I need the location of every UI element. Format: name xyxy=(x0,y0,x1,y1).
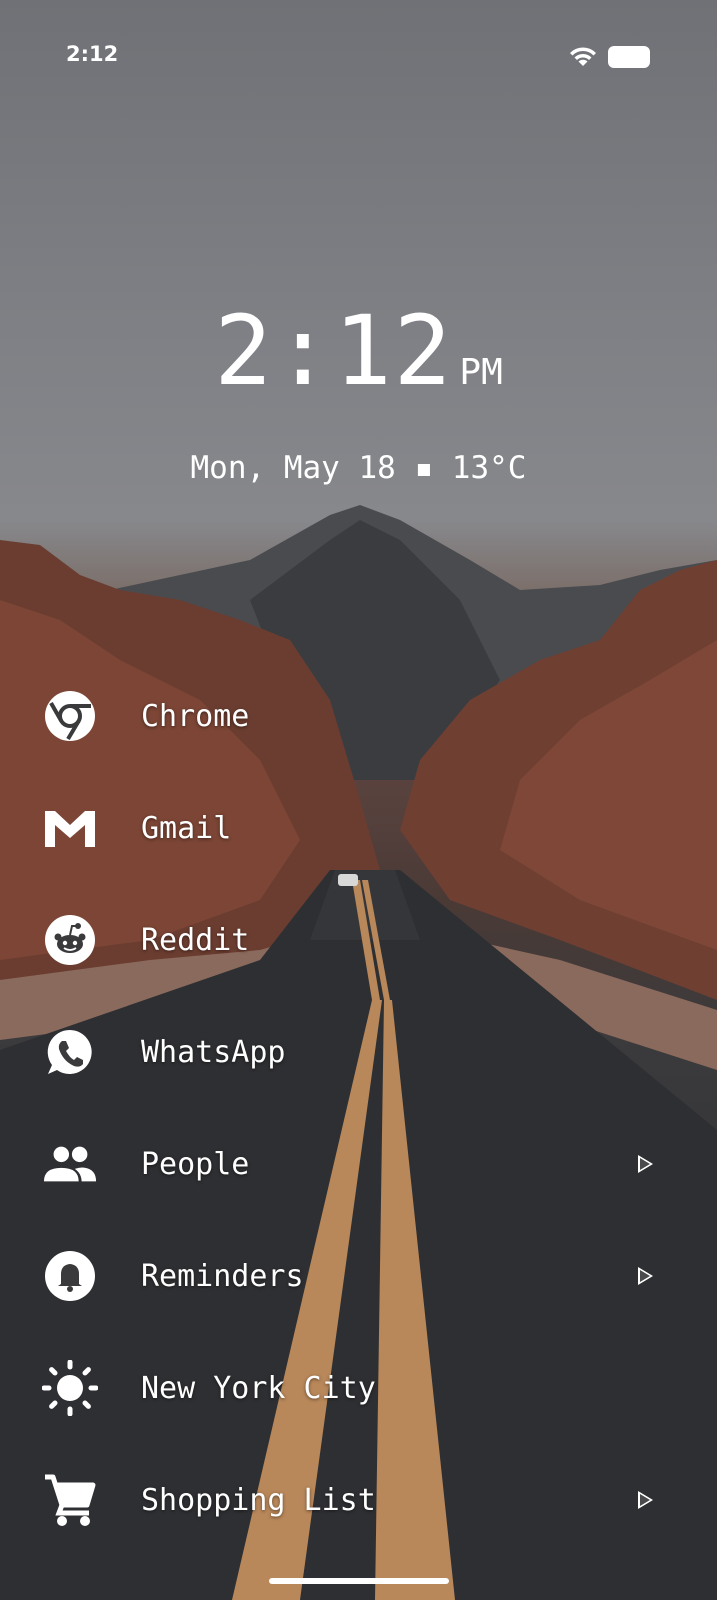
bell-icon xyxy=(42,1248,98,1304)
app-item-chrome[interactable]: Chrome xyxy=(0,676,717,756)
app-label-weather: New York City xyxy=(141,1370,376,1406)
chevron-right-icon[interactable] xyxy=(638,1267,653,1285)
app-item-weather[interactable]: New York City xyxy=(0,1348,717,1428)
app-item-gmail[interactable]: Gmail xyxy=(0,788,717,868)
wifi-icon xyxy=(570,47,596,66)
app-label-whatsapp: WhatsApp xyxy=(141,1034,286,1070)
app-item-reddit[interactable]: Reddit xyxy=(0,900,717,980)
app-label-chrome: Chrome xyxy=(141,698,250,734)
chevron-right-icon[interactable] xyxy=(638,1155,653,1173)
app-item-whatsapp[interactable]: WhatsApp xyxy=(0,1012,717,1092)
clock-widget[interactable]: 2:12 PM xyxy=(0,295,717,407)
app-label-reddit: Reddit xyxy=(141,922,250,958)
status-bar: 2:12 xyxy=(0,0,717,110)
home-indicator[interactable] xyxy=(269,1578,449,1584)
people-icon xyxy=(42,1136,98,1192)
cart-icon xyxy=(42,1472,98,1528)
sun-icon xyxy=(42,1360,98,1416)
whatsapp-icon xyxy=(42,1024,98,1080)
reddit-icon xyxy=(42,912,98,968)
chevron-right-icon[interactable] xyxy=(638,1491,653,1509)
battery-icon xyxy=(608,46,650,68)
clock-ampm: PM xyxy=(459,352,503,393)
gmail-icon xyxy=(42,800,98,856)
status-time: 2:12 xyxy=(66,42,119,66)
chrome-icon xyxy=(42,688,98,744)
clock-time: 2:12 xyxy=(214,295,454,407)
app-label-gmail: Gmail xyxy=(141,810,232,846)
date-weather[interactable]: Mon, May 18 ▪ 13°C xyxy=(0,450,717,486)
app-label-people: People xyxy=(141,1146,250,1182)
app-label-shopping-list: Shopping List xyxy=(141,1482,376,1518)
app-item-shopping-list[interactable]: Shopping List xyxy=(0,1460,717,1540)
app-label-reminders: Reminders xyxy=(141,1258,304,1294)
app-item-reminders[interactable]: Reminders xyxy=(0,1236,717,1316)
app-item-people[interactable]: People xyxy=(0,1124,717,1204)
